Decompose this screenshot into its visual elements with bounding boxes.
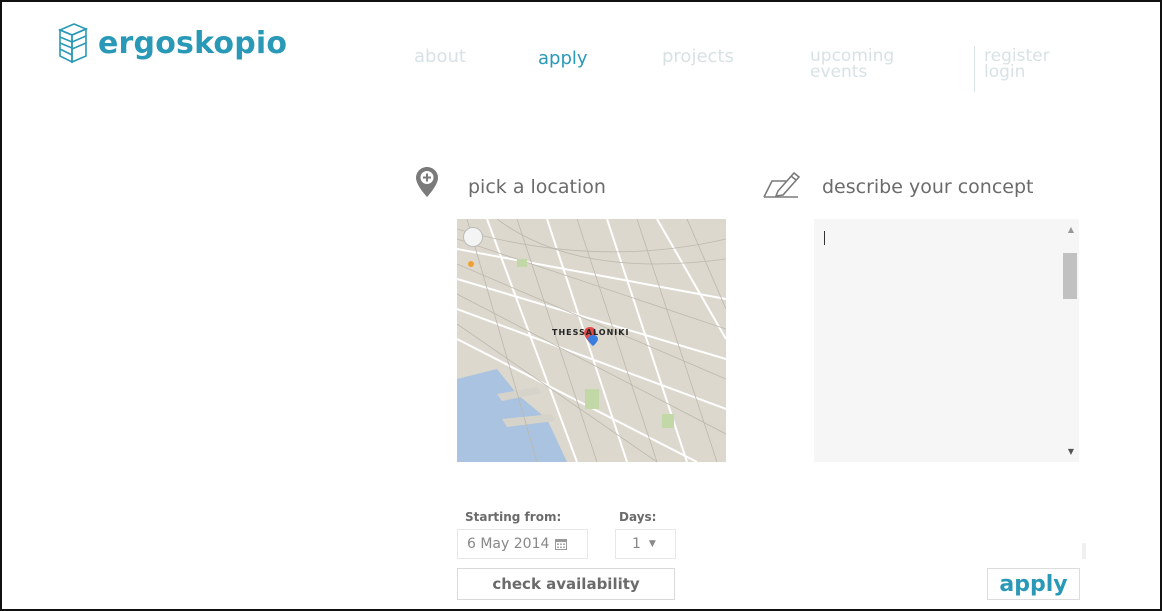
pick-location-title: pick a location	[468, 176, 606, 198]
describe-concept-title: describe your concept	[822, 176, 1034, 198]
decorative-divider	[1082, 543, 1086, 559]
scroll-thumb[interactable]	[1063, 253, 1077, 299]
days-select[interactable]: 1 ▼	[615, 529, 676, 559]
logo[interactable]: ergoskopio	[52, 20, 287, 66]
chevron-down-icon: ▼	[648, 539, 656, 549]
start-date-value: 6 May 2014	[467, 536, 550, 552]
logo-cube-icon	[57, 23, 89, 64]
days-value: 1	[632, 536, 641, 552]
map-pin-icon	[416, 167, 438, 197]
logo-text: ergoskopio	[98, 25, 288, 61]
scroll-down-arrow-icon[interactable]: ▼	[1068, 447, 1074, 456]
days-label: Days:	[619, 510, 657, 524]
starting-from-label: Starting from:	[465, 510, 562, 524]
text-caret	[824, 231, 825, 245]
nav-login: login	[984, 62, 1026, 82]
nav-projects-link[interactable]: projects	[662, 48, 734, 66]
location-map[interactable]: THESSALONIKI	[457, 219, 726, 462]
start-date-field[interactable]: 6 May 2014	[457, 529, 588, 559]
nav-apply-link[interactable]: apply	[538, 50, 588, 68]
nav-upcoming-events-link[interactable]: upcoming events	[810, 48, 930, 82]
nav-about-link[interactable]: about	[414, 48, 466, 66]
nav-divider	[974, 46, 975, 92]
map-pan-control[interactable]	[463, 227, 483, 247]
check-availability-button[interactable]: check availability	[457, 568, 675, 600]
nav-register-login-link[interactable]: register login	[984, 48, 1074, 82]
page-frame: ergoskopio about apply projects upcoming…	[0, 0, 1162, 611]
calendar-icon[interactable]	[555, 538, 568, 550]
map-city-label: THESSALONIKI	[552, 328, 630, 337]
concept-textarea[interactable]: ▲ ▼	[814, 219, 1079, 462]
pencil-icon	[763, 171, 801, 198]
scroll-up-arrow-icon[interactable]: ▲	[1068, 225, 1074, 234]
nav-upcoming-line2: events	[810, 62, 868, 82]
map-graphic	[457, 219, 726, 462]
apply-button[interactable]: apply	[987, 568, 1080, 600]
textarea-scrollbar[interactable]: ▲ ▼	[1061, 219, 1079, 462]
